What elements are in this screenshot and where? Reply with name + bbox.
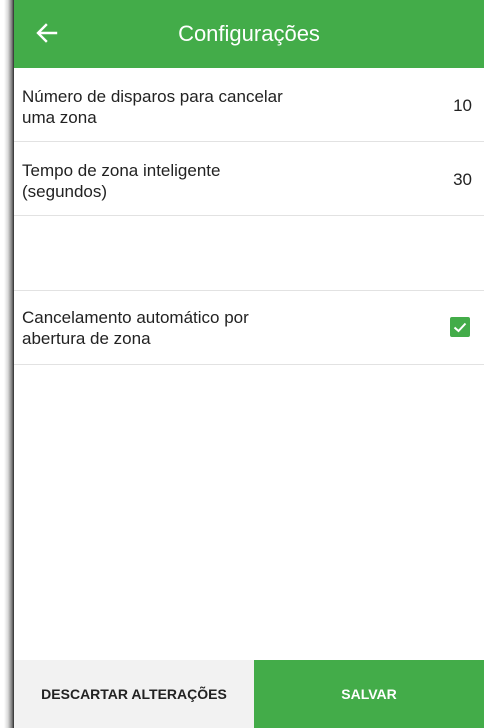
settings-screen: Configurações Número de disparos para ca…	[14, 0, 484, 728]
setting-value-tempo-zona[interactable]: 30	[453, 170, 472, 190]
setting-label-line1: Número de disparos para cancelar	[22, 87, 283, 106]
save-button[interactable]: SALVAR	[254, 660, 484, 728]
setting-label-line1: Cancelamento automático por	[22, 308, 249, 327]
setting-row-cancelamento: Cancelamento automático por abertura de …	[14, 291, 484, 365]
setting-value-disparos[interactable]: 10	[453, 96, 472, 116]
setting-label: Tempo de zona inteligente (segundos)	[22, 160, 352, 202]
app-frame: Configurações Número de disparos para ca…	[0, 0, 484, 728]
app-bar: Configurações	[14, 0, 484, 68]
setting-label-line2: (segundos)	[22, 182, 108, 201]
arrow-left-icon[interactable]	[32, 18, 62, 48]
setting-row-tempo-zona: Tempo de zona inteligente (segundos) 30	[14, 142, 484, 216]
setting-row-disparos: Número de disparos para cancelar uma zon…	[14, 68, 484, 142]
empty-row	[14, 216, 484, 291]
setting-label-line2: uma zona	[22, 108, 97, 127]
page-title: Configurações	[178, 21, 320, 46]
cancelamento-checkbox[interactable]	[450, 317, 470, 337]
checkmark-icon	[453, 322, 467, 333]
setting-label: Cancelamento automático por abertura de …	[22, 307, 352, 349]
setting-label: Número de disparos para cancelar uma zon…	[22, 86, 352, 128]
setting-label-line1: Tempo de zona inteligente	[22, 161, 221, 180]
setting-label-line2: abertura de zona	[22, 329, 151, 348]
window-edge-shadow	[0, 0, 14, 728]
bottom-action-bar: DESCARTAR ALTERAÇÕES SALVAR	[14, 660, 484, 728]
discard-changes-button[interactable]: DESCARTAR ALTERAÇÕES	[14, 660, 254, 728]
